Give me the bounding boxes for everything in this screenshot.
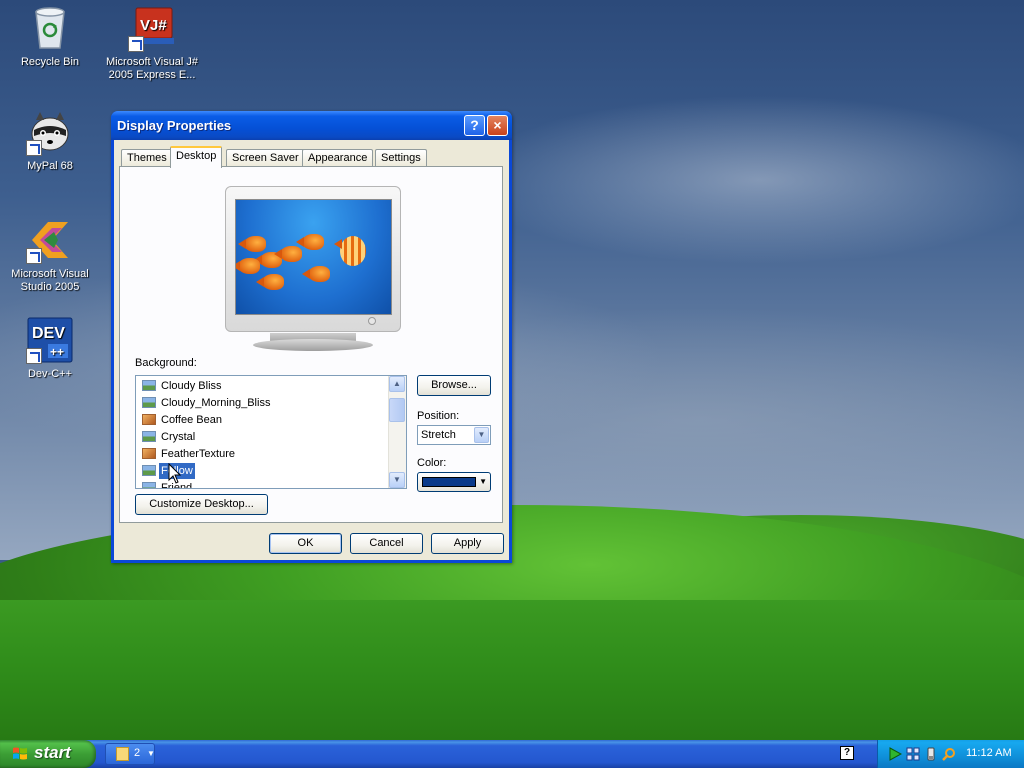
raccoon-icon bbox=[26, 108, 74, 156]
position-select[interactable]: Stretch ▼ bbox=[417, 425, 491, 445]
chevron-down-icon: ▼ bbox=[147, 749, 155, 758]
listbox-scrollbar[interactable]: ▲ ▼ bbox=[388, 376, 406, 488]
grass bbox=[0, 600, 1024, 740]
desktop-icon-label: Microsoft Visual Studio 2005 bbox=[11, 268, 89, 293]
ok-button[interactable]: OK bbox=[269, 533, 342, 554]
desktop-icon-label: Recycle Bin bbox=[20, 56, 80, 68]
tab-screen-saver[interactable]: Screen Saver bbox=[226, 149, 305, 167]
wallpaper-thumb-icon bbox=[142, 414, 156, 425]
shortcut-arrow-icon bbox=[26, 248, 42, 264]
dialog-client-area: Themes Desktop Screen Saver Appearance S… bbox=[114, 140, 509, 560]
wallpaper-thumb-icon bbox=[142, 431, 156, 442]
mouse-pointer-icon bbox=[168, 463, 182, 484]
wallpaper-thumb-icon bbox=[142, 465, 156, 476]
butterflyfish-image bbox=[334, 236, 366, 266]
tab-appearance[interactable]: Appearance bbox=[302, 149, 374, 167]
fish-image bbox=[256, 274, 284, 290]
desktop-icon-label: MyPal 68 bbox=[27, 160, 73, 172]
customize-desktop-button[interactable]: Customize Desktop... bbox=[135, 494, 268, 515]
recycle-bin-icon bbox=[26, 4, 74, 52]
fish-image bbox=[274, 246, 302, 262]
fish-image bbox=[302, 266, 330, 282]
network-grid-icon[interactable] bbox=[906, 747, 920, 761]
fish-image bbox=[236, 258, 260, 274]
desktop-icon-mypal[interactable]: MyPal 68 bbox=[2, 108, 98, 173]
display-properties-window: Display Properties ? × Themes Desktop Sc… bbox=[111, 111, 512, 563]
position-value: Stretch bbox=[421, 429, 456, 441]
tab-themes[interactable]: Themes bbox=[121, 149, 173, 167]
system-tray: 11:12 AM bbox=[877, 740, 1024, 768]
color-swatch bbox=[422, 477, 476, 487]
desktop-icon-visual-jsharp[interactable]: VJ# Microsoft Visual J# 2005 Express E..… bbox=[104, 4, 200, 82]
monitor-preview bbox=[225, 186, 401, 332]
group-count: 2 bbox=[134, 747, 141, 759]
help-button[interactable]: ? bbox=[464, 115, 485, 136]
taskbar-group-button[interactable]: 2 ▼ bbox=[105, 743, 155, 765]
visual-studio-icon bbox=[26, 216, 74, 264]
help-tray-icon[interactable]: ? bbox=[840, 746, 854, 760]
start-button[interactable]: start bbox=[0, 740, 96, 768]
desktop-icon-devcpp[interactable]: DEV ++ Dev-C++ bbox=[2, 316, 98, 381]
wallpaper-thumb-icon bbox=[142, 380, 156, 391]
close-button[interactable]: × bbox=[487, 115, 508, 136]
usb-device-icon[interactable] bbox=[924, 747, 938, 761]
svg-text:++: ++ bbox=[50, 345, 64, 359]
devcpp-icon: DEV ++ bbox=[26, 316, 74, 364]
apply-button[interactable]: Apply bbox=[431, 533, 504, 554]
fish-image bbox=[238, 236, 266, 252]
desktop-icon-recycle-bin[interactable]: Recycle Bin bbox=[2, 4, 98, 69]
svg-text:VJ#: VJ# bbox=[140, 17, 167, 34]
preview-screen bbox=[235, 199, 392, 315]
fish-image bbox=[296, 234, 324, 250]
desktop-icon-label: Dev-C++ bbox=[27, 368, 73, 380]
wallpaper-thumb-icon bbox=[142, 397, 156, 408]
tab-settings[interactable]: Settings bbox=[375, 149, 427, 167]
desktop-icon-label: Microsoft Visual J# 2005 Express E... bbox=[105, 56, 199, 81]
desktop-icon-visual-studio[interactable]: Microsoft Visual Studio 2005 bbox=[2, 216, 98, 294]
monitor-power-icon bbox=[368, 317, 376, 325]
shortcut-arrow-icon bbox=[128, 36, 144, 52]
color-label: Color: bbox=[417, 457, 447, 469]
wallpaper-thumb-icon bbox=[142, 482, 156, 488]
start-label: start bbox=[34, 743, 71, 762]
folder-icon bbox=[116, 747, 129, 761]
shortcut-arrow-icon bbox=[26, 348, 42, 364]
monitor-base bbox=[253, 339, 373, 351]
window-title: Display Properties bbox=[117, 118, 232, 133]
scroll-down-icon[interactable]: ▼ bbox=[389, 472, 405, 488]
svg-text:DEV: DEV bbox=[32, 325, 65, 342]
clock: 11:12 AM bbox=[966, 747, 1012, 759]
caret-down-icon: ▼ bbox=[479, 477, 487, 486]
position-label: Position: bbox=[417, 410, 460, 422]
color-picker-button[interactable]: ▼ bbox=[417, 472, 491, 492]
visual-jsharp-icon: VJ# bbox=[128, 4, 176, 52]
background-label: Background: bbox=[135, 357, 197, 369]
cancel-button[interactable]: Cancel bbox=[350, 533, 423, 554]
tab-desktop[interactable]: Desktop bbox=[170, 146, 223, 168]
scroll-up-icon[interactable]: ▲ bbox=[389, 376, 405, 392]
wallpaper-thumb-icon bbox=[142, 448, 156, 459]
windows-flag-icon bbox=[13, 747, 27, 760]
shortcut-arrow-icon bbox=[26, 140, 42, 156]
play-arrow-icon[interactable] bbox=[888, 747, 902, 761]
title-bar[interactable]: Display Properties ? × bbox=[111, 111, 512, 140]
chevron-down-icon[interactable]: ▼ bbox=[474, 427, 489, 443]
magnifier-icon[interactable] bbox=[942, 747, 956, 761]
scroll-thumb[interactable] bbox=[389, 398, 405, 422]
browse-button[interactable]: Browse... bbox=[417, 375, 491, 396]
taskbar: start 2 ▼ ? 11:12 AM bbox=[0, 740, 1024, 768]
